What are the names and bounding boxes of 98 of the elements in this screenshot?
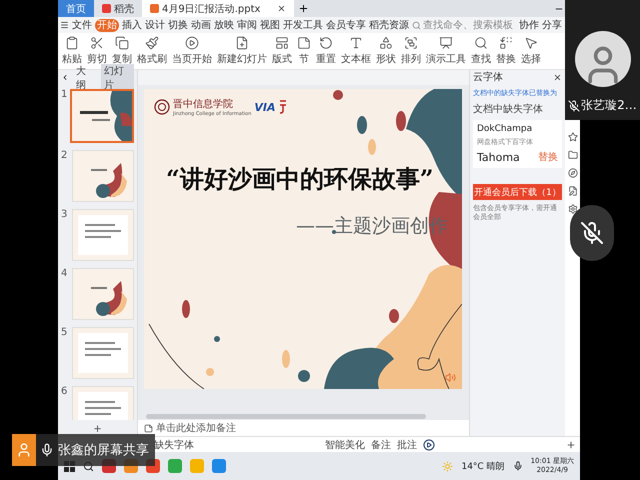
status-button[interactable]: 批注: [397, 438, 417, 452]
tool-icon: [319, 36, 333, 50]
collaborate-button[interactable]: 协作: [519, 18, 539, 32]
toolbar-button[interactable]: 替换: [496, 36, 516, 66]
tool-icon: [297, 36, 311, 50]
status-button[interactable]: 智能美化: [325, 438, 365, 452]
toolbar-button[interactable]: 剪切: [87, 36, 107, 66]
download-button[interactable]: 开通会员后下载（1）: [473, 184, 562, 200]
document-tab[interactable]: 4月9日汇报活动.pptx: [142, 0, 294, 17]
screen-share-text: 张鑫的屏幕共享: [58, 442, 149, 459]
ribbon-tab[interactable]: 设计: [145, 18, 165, 32]
search-icon: [412, 20, 421, 30]
microphone-icon[interactable]: [512, 461, 523, 471]
slide-thumbnail[interactable]: [70, 89, 134, 143]
toolbar-button[interactable]: 排列: [401, 36, 421, 66]
toolbar-button[interactable]: 当页开始: [172, 36, 212, 66]
share-button[interactable]: 分享: [542, 18, 562, 32]
menu-icon[interactable]: [60, 20, 69, 30]
file-menu[interactable]: 文件: [72, 18, 92, 32]
settings-icon[interactable]: [568, 204, 578, 214]
tool-icon: [499, 36, 513, 50]
toolbar-button[interactable]: 版式: [272, 36, 292, 66]
slide-number: 3: [61, 209, 68, 222]
weather-text: 14°C 晴朗: [461, 460, 505, 472]
tool-icon: [65, 36, 79, 50]
collapse-icon[interactable]: [61, 73, 70, 82]
college-name: 晋中信息学院: [173, 98, 234, 111]
toolbar-button[interactable]: 格式刷: [137, 36, 167, 66]
toolbar-button[interactable]: 重置: [316, 36, 336, 66]
close-icon[interactable]: [553, 72, 562, 82]
missing-font-name: DokChampa: [477, 124, 534, 134]
slide-title: “讲好沙画中的环保故事”: [165, 163, 435, 195]
emblem-icon: [278, 100, 287, 114]
close-icon[interactable]: [277, 4, 286, 13]
toolbar-button[interactable]: 形状: [376, 36, 396, 66]
ribbon-tab[interactable]: 审阅: [237, 18, 257, 32]
toolbar-button[interactable]: 选择: [521, 36, 541, 66]
tool-icon: [404, 36, 418, 50]
microphone-icon: [40, 443, 54, 457]
college-seal-icon: [154, 99, 170, 115]
panel-title: 云字体: [473, 70, 503, 84]
logo-mark: VIA: [254, 100, 276, 114]
replace-link[interactable]: 替换: [538, 150, 558, 164]
zoom-in-icon[interactable]: [566, 440, 576, 450]
mute-button[interactable]: [570, 205, 614, 261]
toolbar-button[interactable]: 文本框: [341, 36, 371, 66]
tool-icon: [115, 36, 129, 50]
new-tab-icon[interactable]: [298, 3, 310, 14]
scrollbar-thumb[interactable]: [146, 414, 426, 418]
ribbon-tab[interactable]: 会员专享: [326, 18, 366, 32]
toolbar-button[interactable]: 查找: [471, 36, 491, 66]
notes-icon: [144, 424, 153, 432]
ribbon-tab[interactable]: 稻壳资源: [369, 18, 409, 32]
star-icon[interactable]: [568, 132, 578, 142]
status-button[interactable]: 备注: [371, 438, 391, 452]
tool-icon: [90, 36, 104, 50]
toolbar-button[interactable]: 新建幻灯片: [217, 36, 267, 66]
ribbon-tab[interactable]: 动画: [191, 18, 211, 32]
toolbar-button[interactable]: 节: [297, 36, 311, 66]
tool-icon: [474, 36, 488, 50]
toolbar-button[interactable]: 复制: [112, 36, 132, 66]
tool-icon: [235, 36, 249, 50]
slide-number: 1: [61, 89, 68, 102]
tool-icon: [349, 36, 363, 50]
play-icon[interactable]: [423, 438, 435, 450]
participant-name: 张艺璇2…: [581, 97, 637, 114]
folder-icon[interactable]: [568, 150, 578, 160]
weather-icon: [442, 460, 454, 472]
tool-icon: [439, 36, 453, 50]
ribbon-tab[interactable]: 开发工具: [283, 18, 323, 32]
ribbon-tab[interactable]: 视图: [260, 18, 280, 32]
slide-number: 6: [61, 386, 68, 399]
slide-number: 2: [61, 150, 68, 163]
tool-icon: [379, 36, 393, 50]
app-icon: [102, 4, 111, 13]
ribbon-tab[interactable]: 放映: [214, 18, 234, 32]
panel-tab[interactable]: 大纲: [73, 64, 98, 92]
tool-icon: [524, 36, 538, 50]
edit-icon[interactable]: [568, 186, 578, 196]
compass-icon[interactable]: [568, 168, 578, 178]
person-icon: [16, 442, 32, 458]
add-slide-button[interactable]: +: [58, 420, 137, 436]
document-tab[interactable]: 首页: [58, 0, 94, 17]
toolbar-button[interactable]: 粘贴: [62, 36, 82, 66]
speaker-icon[interactable]: [445, 372, 456, 383]
section-heading: 文档中缺失字体: [473, 102, 544, 116]
slide-subtitle: ——主题沙画创作: [296, 214, 449, 239]
mic-muted-icon: [580, 221, 604, 245]
replacement-font-name: Tahoma: [477, 150, 520, 164]
tool-icon: [145, 36, 159, 50]
tool-icon: [275, 36, 289, 50]
app-icon: [150, 4, 159, 13]
ribbon-tab[interactable]: 插入: [122, 18, 142, 32]
slide-number: 5: [61, 327, 68, 340]
toolbar-button[interactable]: 演示工具: [426, 36, 466, 66]
slide-number: 4: [61, 268, 68, 281]
ribbon-tab[interactable]: 切换: [168, 18, 188, 32]
tool-icon: [185, 36, 199, 50]
